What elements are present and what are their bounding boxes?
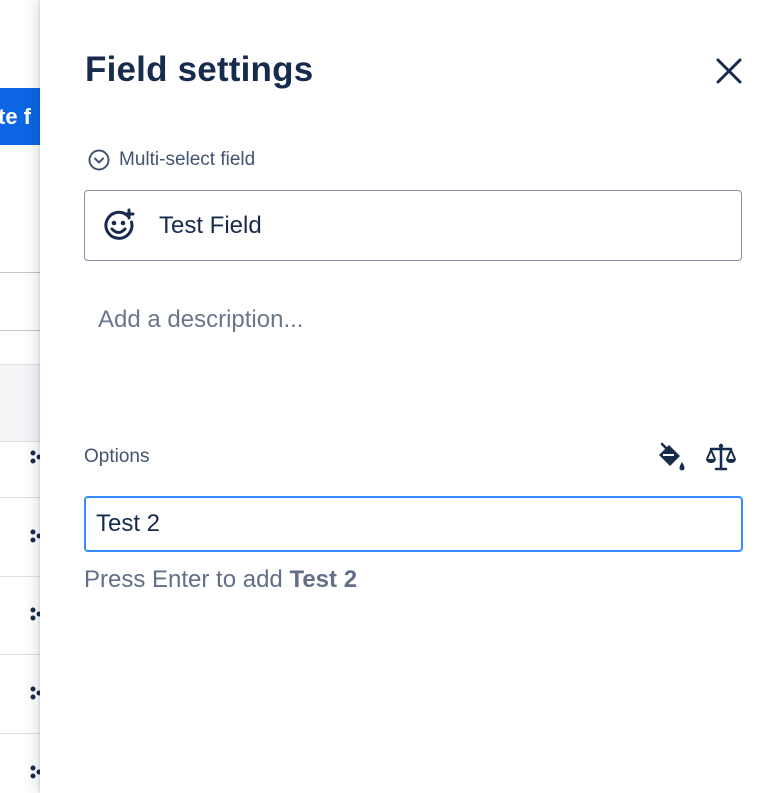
field-name-value: Test Field [159, 211, 262, 239]
background-row-divider [0, 733, 40, 734]
description-field[interactable]: Add a description... [98, 306, 303, 334]
options-label: Options [84, 446, 150, 467]
panel-title: Field settings [85, 50, 314, 89]
drag-handle-icon[interactable] [30, 450, 40, 464]
drag-handle-icon[interactable] [30, 529, 40, 543]
paint-bucket-icon [659, 442, 685, 471]
drag-handle-icon[interactable] [30, 686, 40, 700]
close-button[interactable] [710, 52, 748, 90]
field-type-label: Multi-select field [119, 149, 256, 170]
background-page: te f [0, 0, 40, 793]
field-name-input[interactable]: Test Field [84, 190, 742, 261]
sort-button[interactable] [704, 440, 738, 474]
background-divider [0, 330, 40, 331]
field-type-row: Multi-select field [87, 148, 255, 172]
hint-value: Test 2 [289, 566, 358, 593]
background-create-button[interactable]: te f [0, 88, 40, 145]
hint-prefix: Press Enter to add [84, 566, 290, 593]
drag-handle-icon[interactable] [30, 607, 40, 621]
background-divider [0, 272, 40, 273]
balance-scale-icon [706, 443, 736, 471]
chevron-down-circle-icon [87, 148, 111, 172]
background-row-divider [0, 576, 40, 577]
background-row-divider [0, 654, 40, 655]
background-table-header [0, 364, 40, 442]
option-input[interactable] [84, 496, 743, 552]
close-icon [716, 58, 742, 84]
field-settings-panel: Field settings Multi-select field Test F… [40, 0, 782, 793]
background-row-divider [0, 497, 40, 498]
emoji-add-icon[interactable] [101, 208, 137, 244]
drag-handle-icon[interactable] [30, 765, 40, 779]
add-option-hint: Press Enter to add Test 2 [84, 566, 357, 594]
color-button[interactable] [654, 440, 688, 474]
